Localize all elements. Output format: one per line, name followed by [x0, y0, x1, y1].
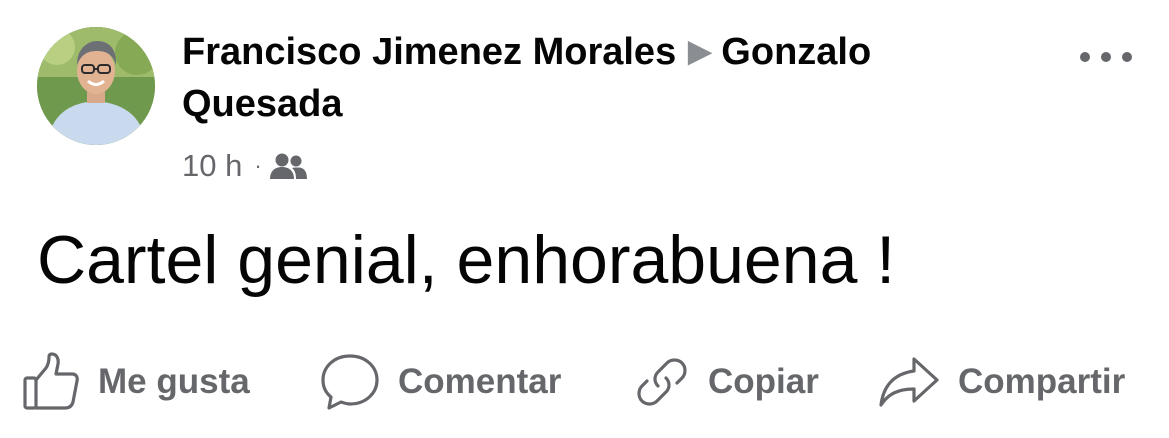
- link-icon: [634, 354, 690, 410]
- share-arrow-icon: [878, 356, 940, 408]
- friends-icon[interactable]: [269, 152, 308, 180]
- more-dot: [1101, 52, 1111, 62]
- avatar-photo: [37, 27, 155, 145]
- more-dot: [1122, 52, 1132, 62]
- comment-button[interactable]: Comentar: [320, 350, 561, 414]
- copy-button[interactable]: Copiar: [634, 350, 819, 414]
- thumbs-up-icon: [22, 352, 80, 412]
- share-button[interactable]: Compartir: [878, 350, 1125, 414]
- copy-label: Copiar: [708, 362, 819, 401]
- post-meta: 10 h ·: [182, 146, 308, 186]
- author-name-link[interactable]: Francisco Jimenez Morales: [182, 31, 676, 73]
- post-card: Francisco Jimenez Morales ▶ Gonzalo Quesad…: [0, 0, 1169, 438]
- like-label: Me gusta: [98, 362, 250, 401]
- share-label: Compartir: [958, 362, 1126, 401]
- arrow-right-icon: ▶: [688, 35, 712, 68]
- more-dots-icon: [1080, 52, 1090, 62]
- meta-separator: ·: [254, 153, 262, 178]
- post-body-text: Cartel genial, enhorabuena !: [37, 222, 896, 298]
- author-avatar[interactable]: [37, 27, 155, 145]
- post-timestamp[interactable]: 10 h: [182, 148, 242, 184]
- comment-label: Comentar: [398, 362, 562, 401]
- post-action-bar: Me gusta Comentar Copiar Compartir: [0, 342, 1169, 422]
- more-options-button[interactable]: [1080, 42, 1132, 72]
- comment-bubble-icon: [320, 353, 380, 411]
- like-button[interactable]: Me gusta: [22, 350, 250, 414]
- post-header-title: Francisco Jimenez Morales ▶ Gonzalo Quesad…: [182, 26, 1042, 130]
